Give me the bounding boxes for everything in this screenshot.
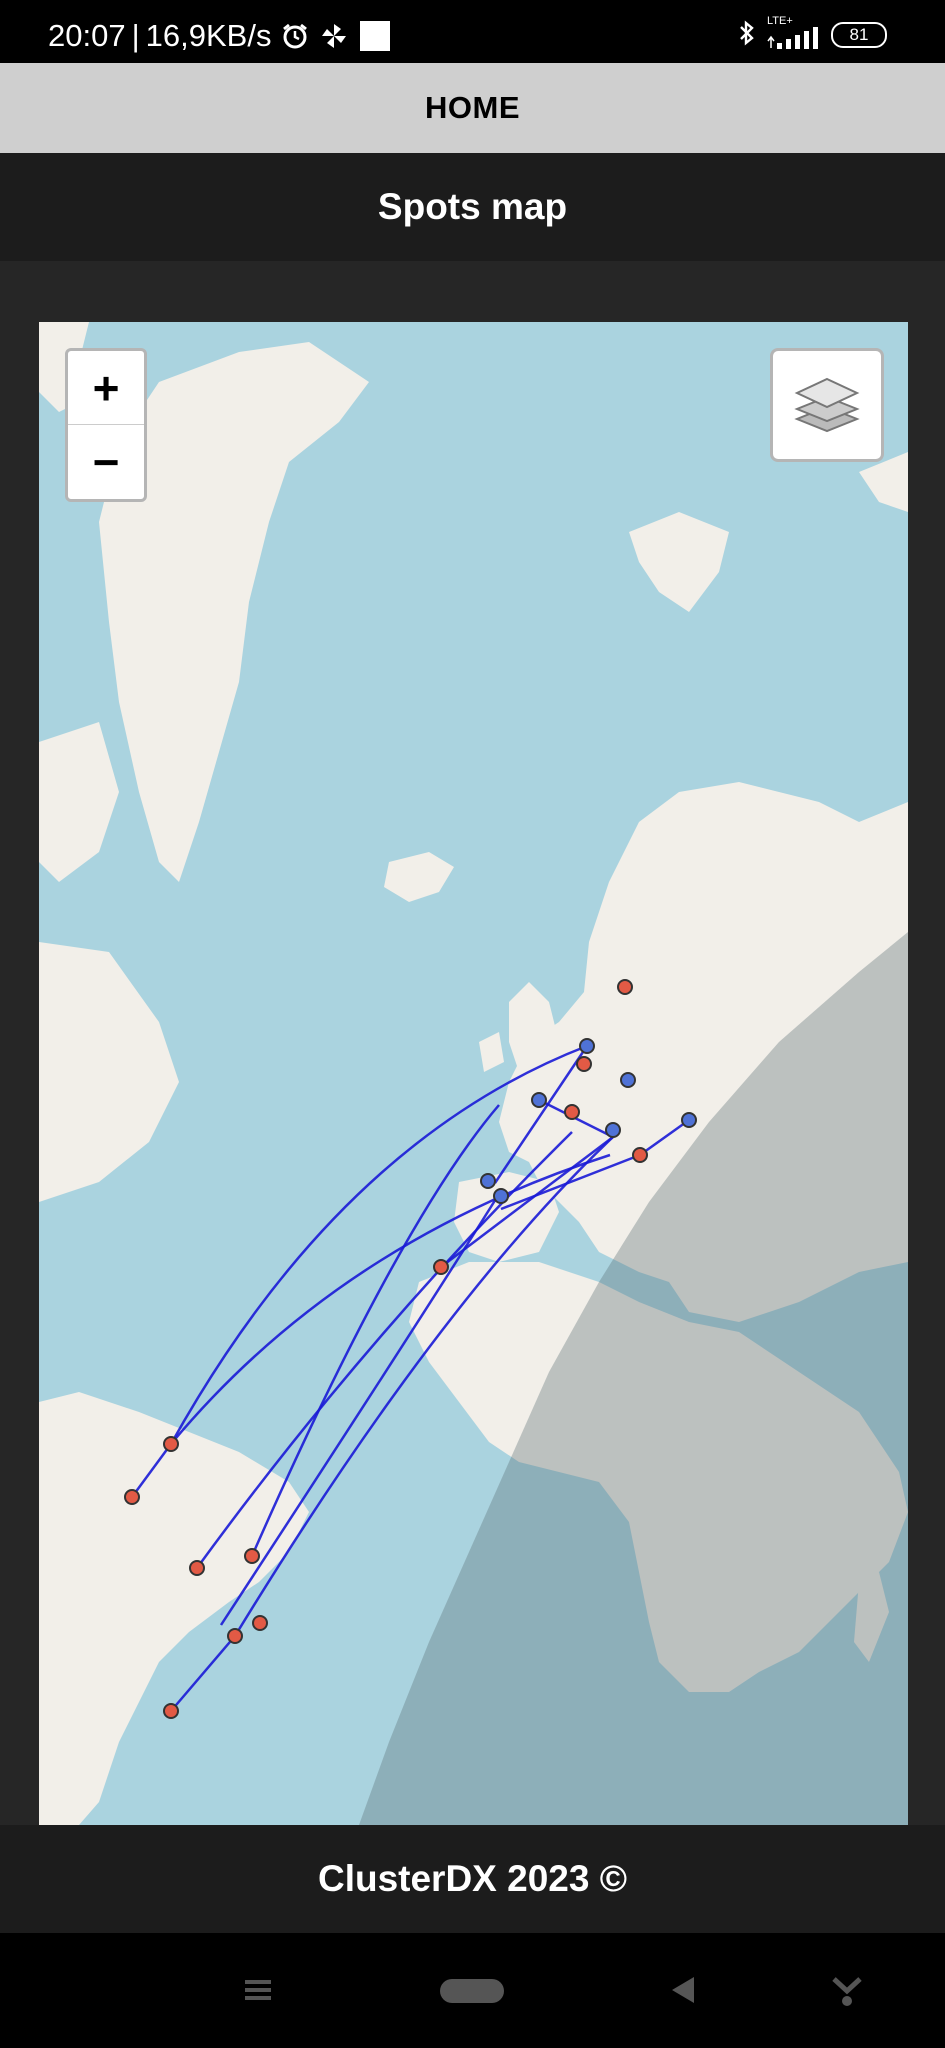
back-icon[interactable] bbox=[672, 1977, 696, 2008]
spotter-marker[interactable] bbox=[493, 1188, 509, 1204]
spots-map[interactable]: + − bbox=[39, 322, 908, 1825]
spotter-marker[interactable] bbox=[579, 1038, 595, 1054]
square-icon bbox=[359, 20, 391, 52]
dx-marker[interactable] bbox=[576, 1056, 592, 1072]
spotter-marker[interactable] bbox=[620, 1072, 636, 1088]
home-pill-icon[interactable] bbox=[440, 1979, 504, 2008]
spotter-marker[interactable] bbox=[531, 1092, 547, 1108]
dx-marker[interactable] bbox=[632, 1147, 648, 1163]
pinwheel-icon bbox=[319, 21, 349, 51]
signal-group: LTE+ bbox=[767, 16, 821, 54]
status-time: 20:07 bbox=[48, 18, 126, 53]
zoom-out-button[interactable]: − bbox=[68, 425, 144, 498]
status-right: LTE+ 81 bbox=[737, 16, 887, 54]
download-icon[interactable] bbox=[832, 1975, 862, 2012]
home-link[interactable]: HOME bbox=[425, 90, 520, 126]
status-speed: 16,9KB/s bbox=[145, 18, 272, 53]
zoom-in-button[interactable]: + bbox=[68, 351, 144, 425]
dx-marker[interactable] bbox=[433, 1259, 449, 1275]
spotter-marker[interactable] bbox=[480, 1173, 496, 1189]
status-separator: | bbox=[131, 18, 140, 53]
bluetooth-icon bbox=[737, 19, 757, 52]
dx-marker[interactable] bbox=[227, 1628, 243, 1644]
menu-icon[interactable] bbox=[245, 1978, 271, 2007]
dx-marker[interactable] bbox=[124, 1489, 140, 1505]
dx-marker[interactable] bbox=[252, 1615, 268, 1631]
system-nav-bar bbox=[0, 1933, 945, 2048]
footer: ClusterDX 2023 © bbox=[0, 1825, 945, 1933]
dx-marker[interactable] bbox=[617, 979, 633, 995]
spotter-marker[interactable] bbox=[605, 1122, 621, 1138]
spotter-marker[interactable] bbox=[681, 1112, 697, 1128]
section-header: Spots map bbox=[0, 153, 945, 261]
status-bar: 20:07 | 16,9KB/s LTE+ 81 bbox=[0, 0, 945, 63]
zoom-control: + − bbox=[65, 348, 147, 502]
status-left: 20:07 | 16,9KB/s bbox=[48, 18, 391, 54]
layers-button[interactable] bbox=[770, 348, 884, 462]
home-nav-bar[interactable]: HOME bbox=[0, 63, 945, 153]
dx-marker[interactable] bbox=[564, 1104, 580, 1120]
signal-icon bbox=[767, 27, 821, 54]
page-title: Spots map bbox=[377, 186, 568, 227]
alarm-icon bbox=[281, 22, 309, 50]
network-type: LTE+ bbox=[767, 15, 793, 27]
footer-copyright: ClusterDX 2023 © bbox=[317, 1858, 627, 1899]
dx-marker[interactable] bbox=[244, 1548, 260, 1564]
battery-icon: 81 bbox=[831, 22, 887, 48]
layers-icon bbox=[793, 373, 861, 437]
dx-marker[interactable] bbox=[163, 1703, 179, 1719]
map-canvas[interactable] bbox=[39, 322, 908, 1825]
dx-marker[interactable] bbox=[189, 1560, 205, 1576]
dx-marker[interactable] bbox=[163, 1436, 179, 1452]
